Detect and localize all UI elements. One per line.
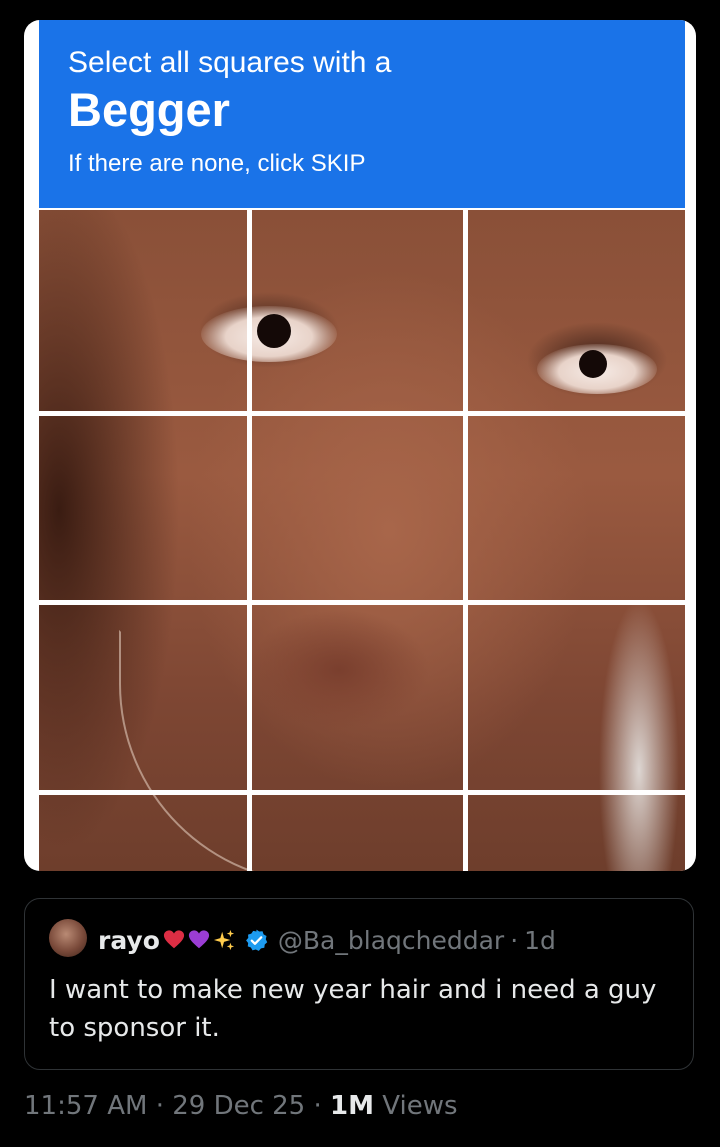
grid-line-horizontal-1: [39, 411, 685, 416]
purple-heart-icon: [188, 930, 209, 949]
tweet-meta: 11:57 AM · 29 Dec 25 · 1M Views: [24, 1088, 458, 1124]
tweet-date[interactable]: 29 Dec 25: [172, 1091, 305, 1121]
captcha-photo-grid: [39, 210, 685, 871]
meta-separator: ·: [155, 1091, 164, 1121]
quoted-tweet-time[interactable]: 1d: [524, 926, 556, 955]
right-pupil: [579, 350, 607, 378]
necklace: [119, 630, 503, 871]
author-handle[interactable]: @Ba_blaqcheddar: [278, 926, 504, 955]
quoted-tweet[interactable]: rayo @Ba_blaqcheddar · 1d I want to make…: [24, 898, 694, 1070]
left-pupil: [257, 314, 291, 348]
grid-line-vertical-2: [463, 210, 468, 871]
verified-badge-icon: [245, 929, 268, 951]
quoted-tweet-header: rayo @Ba_blaqcheddar · 1d: [98, 923, 556, 957]
grid-line-horizontal-2: [39, 600, 685, 605]
grid-line-vertical-1: [247, 210, 252, 871]
captcha-skip-hint: If there are none, click SKIP: [68, 150, 366, 177]
tweet-time[interactable]: 11:57 AM: [24, 1091, 147, 1121]
captcha-target: Begger: [68, 83, 230, 136]
sparkles-icon: [213, 929, 234, 951]
quoted-tweet-text: I want to make new year hair and i need …: [49, 975, 657, 1043]
grid-line-horizontal-3: [39, 790, 685, 795]
avatar[interactable]: [49, 919, 87, 957]
views-label: Views: [382, 1091, 458, 1121]
meta-separator: ·: [313, 1091, 322, 1121]
captcha-image[interactable]: Select all squares with a Begger If ther…: [24, 20, 696, 871]
captcha-prompt: Select all squares with a: [68, 46, 392, 79]
header-separator: ·: [510, 925, 519, 955]
views-count[interactable]: 1M: [330, 1091, 374, 1121]
captcha-header: Select all squares with a Begger If ther…: [39, 20, 685, 208]
author-name[interactable]: rayo: [98, 926, 160, 955]
red-heart-icon: [163, 930, 184, 949]
